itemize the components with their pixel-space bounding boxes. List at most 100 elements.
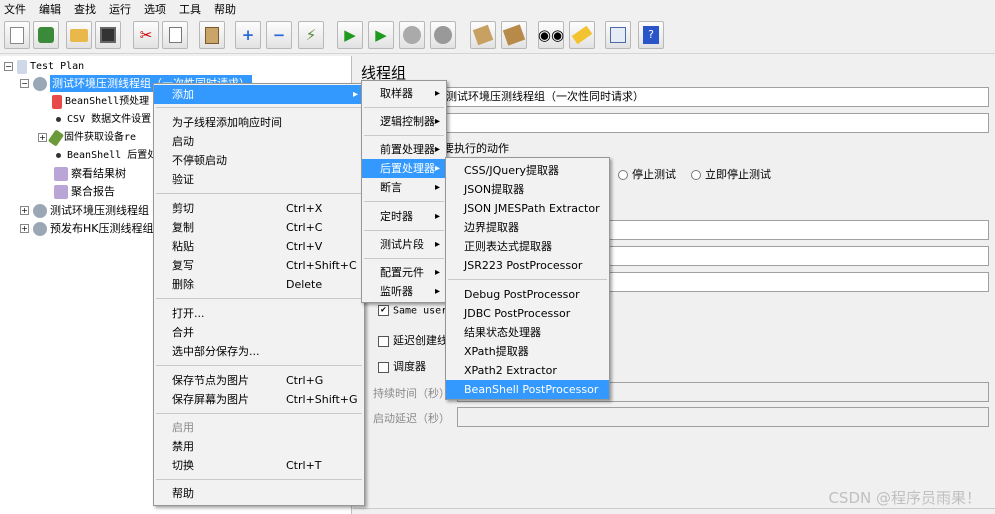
collapse-icon[interactable]: − [266, 21, 292, 49]
menu-item-label: 复制 [172, 221, 194, 234]
templates-icon[interactable] [33, 21, 59, 49]
shortcut-label: Ctrl+Shift+G [286, 393, 358, 406]
shutdown-icon[interactable] [430, 21, 456, 49]
tree-item-csv[interactable]: CSV 数据文件设置 [56, 111, 151, 128]
tree-item-label: 聚合报告 [71, 185, 115, 198]
new-icon[interactable] [4, 21, 30, 49]
cut-icon[interactable]: ✂ [133, 21, 159, 49]
post-processor-submenu: CSS/JQuery提取器 JSON提取器 JSON JMESPath Extr… [445, 157, 610, 400]
menu-item-disable[interactable]: 禁用 [154, 437, 364, 456]
menu-item-start-no-pause[interactable]: 不停顿启动 [154, 151, 364, 170]
menu-item-boundary-extractor[interactable]: 边界提取器 [446, 218, 609, 237]
menu-item-duplicate[interactable]: 复写 Ctrl+Shift+C [154, 256, 364, 275]
menu-item-pre-processor[interactable]: 前置处理器 [362, 140, 446, 159]
menu-item-jsr223[interactable]: JSR223 PostProcessor [446, 256, 609, 275]
stop-test-radio[interactable]: 停止测试 [618, 166, 676, 182]
expand-icon[interactable]: + [235, 21, 261, 49]
menu-item-sampler[interactable]: 取样器 [362, 84, 446, 103]
menu-item-enable: 启用 [172, 421, 194, 434]
scrollbar[interactable] [353, 508, 995, 514]
collapse-toggle-icon[interactable]: − [20, 79, 29, 88]
search-icon[interactable]: ◉◉ [538, 21, 564, 49]
separator [156, 479, 362, 480]
start-icon[interactable]: ▶ [337, 21, 363, 49]
menu-item-copy[interactable]: 复制 Ctrl+C [154, 218, 364, 237]
menu-item-add-think-time[interactable]: 为子线程添加响应时间 [154, 113, 364, 132]
checkbox-checked-icon: ✔ [378, 305, 389, 316]
expand-toggle-icon[interactable]: + [20, 224, 29, 233]
startup-delay-field[interactable] [457, 407, 989, 427]
tree-item-beanshell-post[interactable]: BeanShell 后置处 [56, 147, 157, 164]
menu-file[interactable]: 文件 [4, 1, 26, 17]
menu-item-test-fragment[interactable]: 测试片段 [362, 235, 446, 254]
menu-item-config-element[interactable]: 配置元件 [362, 263, 446, 282]
menu-item-toggle[interactable]: 切换 Ctrl+T [154, 456, 364, 475]
reset-search-icon[interactable] [569, 21, 595, 49]
menu-item-save-screen-image[interactable]: 保存屏幕为图片 Ctrl+Shift+G [154, 390, 364, 409]
menu-run[interactable]: 运行 [109, 1, 131, 17]
menu-item-beanshell-post[interactable]: BeanShell PostProcessor [446, 380, 609, 399]
menu-item-assertion[interactable]: 断言 [362, 178, 446, 197]
collapse-toggle-icon[interactable]: − [4, 62, 13, 71]
function-helper-icon[interactable] [605, 21, 631, 49]
start-no-pause-icon[interactable]: ▶ [368, 21, 394, 49]
expand-toggle-icon[interactable]: + [20, 206, 29, 215]
menu-item-css-extractor[interactable]: CSS/JQuery提取器 [446, 161, 609, 180]
menu-item-post-processor[interactable]: 后置处理器 [362, 159, 446, 178]
menu-item-open[interactable]: 打开... [154, 304, 364, 323]
menu-item-merge[interactable]: 合并 [154, 323, 364, 342]
name-field[interactable]: 测试环境压测线程组（一次性同时请求） [441, 87, 989, 107]
clear-icon[interactable] [470, 21, 496, 49]
tree-item-beanshell-pre[interactable]: BeanShell预处理 [52, 93, 149, 110]
menu-item-delete[interactable]: 删除 Delete [154, 275, 364, 294]
menu-help[interactable]: 帮助 [214, 1, 236, 17]
stop-test-label: 停止测试 [632, 168, 676, 181]
menu-tools[interactable]: 工具 [179, 1, 201, 17]
paste-icon[interactable] [199, 21, 225, 49]
stop-now-radio[interactable]: 立即停止测试 [691, 166, 771, 182]
tree-item-test-plan[interactable]: − Test Plan [4, 58, 84, 75]
menu-search[interactable]: 查找 [74, 1, 96, 17]
menu-item-regex-extractor[interactable]: 正则表达式提取器 [446, 237, 609, 256]
tree-item-view-results[interactable]: 察看结果树 [54, 165, 126, 182]
scheduler-checkbox[interactable]: 调度器 [378, 358, 426, 374]
menu-item-add[interactable]: 添加 [154, 85, 364, 104]
menu-item-save-node-image[interactable]: 保存节点为图片 Ctrl+G [154, 371, 364, 390]
menu-item-jmespath-extractor[interactable]: JSON JMESPath Extractor [446, 199, 609, 218]
menu-options[interactable]: 选项 [144, 1, 166, 17]
save-icon[interactable] [95, 21, 121, 49]
comment-field[interactable] [441, 113, 989, 133]
menu-item-start[interactable]: 启动 [154, 132, 364, 151]
help-icon[interactable]: ? [638, 21, 664, 49]
menu-item-xpath[interactable]: XPath提取器 [446, 342, 609, 361]
expand-toggle-icon[interactable]: + [38, 133, 47, 142]
menu-item-jdbc[interactable]: JDBC PostProcessor [446, 304, 609, 323]
menu-item-result-status[interactable]: 结果状态处理器 [446, 323, 609, 342]
tree-item-thread-group-3[interactable]: + 预发布HK压测线程组 [20, 220, 153, 237]
menu-edit[interactable]: 编辑 [39, 1, 61, 17]
menu-item-xpath2[interactable]: XPath2 Extractor [446, 361, 609, 380]
tree-item-aggregate[interactable]: 聚合报告 [54, 183, 115, 200]
menu-item-listener[interactable]: 监听器 [362, 282, 446, 301]
gear-icon [33, 76, 47, 91]
menu-item-json-extractor[interactable]: JSON提取器 [446, 180, 609, 199]
tree-item-firmware-device[interactable]: + 固件获取设备re [38, 128, 136, 147]
stop-icon[interactable] [399, 21, 425, 49]
menu-item-debug[interactable]: Debug PostProcessor [446, 285, 609, 304]
open-icon[interactable] [66, 21, 92, 49]
toggle-icon[interactable]: ⚡ [298, 21, 324, 49]
menu-item-paste[interactable]: 粘贴 Ctrl+V [154, 237, 364, 256]
menu-item-save-selection[interactable]: 选中部分保存为... [154, 342, 364, 361]
copy-icon[interactable] [162, 21, 188, 49]
same-user-checkbox[interactable]: ✔ Same user [378, 305, 447, 317]
separator [156, 365, 362, 366]
tree-item-thread-group-2[interactable]: + 测试环境压测线程组 [20, 202, 149, 219]
watermark: CSDN @程序员雨果！ [828, 489, 981, 507]
menu-item-cut[interactable]: 剪切 Ctrl+X [154, 199, 364, 218]
menu-item-help[interactable]: 帮助 [154, 484, 364, 503]
menu-item-logic-controller[interactable]: 逻辑控制器 [362, 112, 446, 131]
menu-item-timer[interactable]: 定时器 [362, 207, 446, 226]
delay-create-checkbox[interactable]: 延迟创建线 [378, 332, 448, 348]
clear-all-icon[interactable] [501, 21, 527, 49]
menu-item-validate[interactable]: 验证 [154, 170, 364, 189]
